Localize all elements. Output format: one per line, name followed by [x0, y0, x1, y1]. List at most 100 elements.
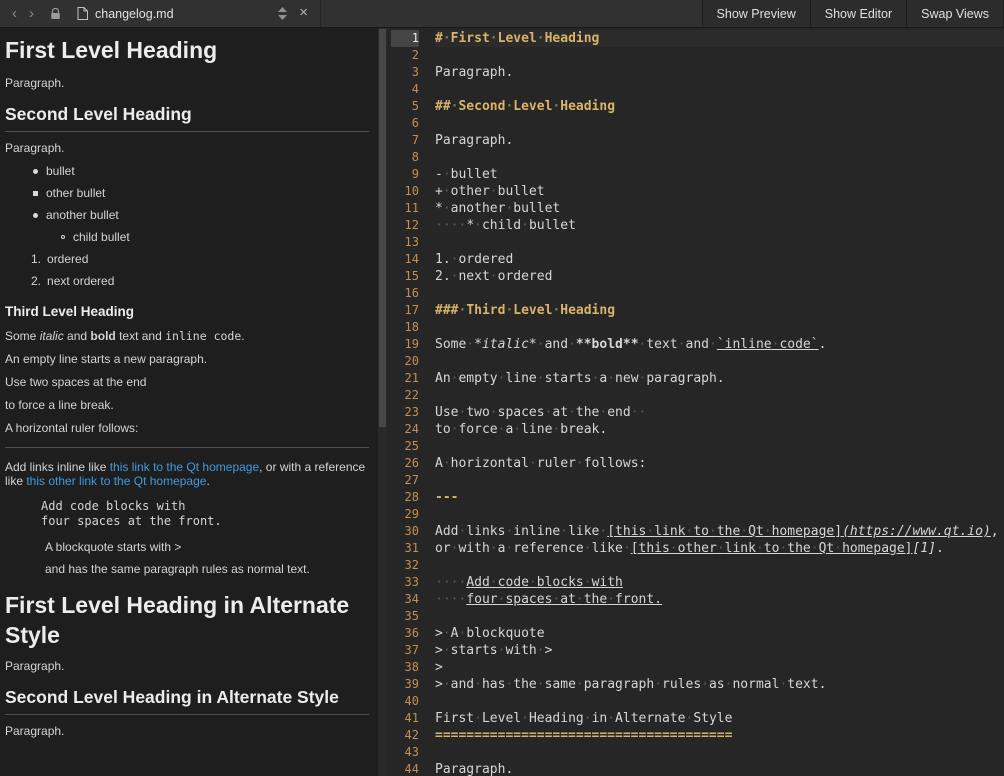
split-document-icon[interactable]	[270, 7, 295, 20]
editor-line[interactable]: ###·Third·Level·Heading	[435, 302, 1004, 319]
editor-line[interactable]	[435, 81, 1004, 98]
editor-line[interactable]: ····Add·code·blocks·with	[435, 574, 1004, 591]
qt-homepage-reference-link[interactable]: this other link to the Qt homepage	[26, 474, 206, 488]
editor-line[interactable]: +·other·bullet	[435, 183, 1004, 200]
editor-line[interactable]	[435, 115, 1004, 132]
editor-line[interactable]	[435, 608, 1004, 625]
editor-line[interactable]: Paragraph.	[435, 761, 1004, 776]
whitespace-dots: ·	[552, 99, 560, 114]
editor-line[interactable]: A·horizontal·ruler·follows:	[435, 455, 1004, 472]
editor-line[interactable]: ····*·child·bullet	[435, 217, 1004, 234]
whitespace-dots: ·	[756, 541, 764, 556]
editor-line[interactable]	[435, 149, 1004, 166]
text-run: Some	[5, 329, 40, 343]
editor-line[interactable]: ---	[435, 489, 1004, 506]
whitespace-dots: ·	[654, 677, 662, 692]
whitespace-dots: ·	[834, 541, 842, 556]
whitespace-dots: ·	[521, 218, 529, 233]
editor-line[interactable]	[435, 557, 1004, 574]
tab-filename: changelog.md	[95, 7, 270, 21]
preview-scrollbar-thumb[interactable]	[379, 29, 386, 427]
whitespace-dots: ·	[584, 541, 592, 556]
editor-line[interactable]: Paragraph.	[435, 64, 1004, 81]
editor-line[interactable]: >	[435, 659, 1004, 676]
whitespace-dots: ·	[451, 541, 459, 556]
line-number: 32	[391, 557, 419, 574]
whitespace-dots: ·	[443, 201, 451, 216]
editor-line[interactable]: Paragraph.	[435, 132, 1004, 149]
whitespace-dots: ·	[725, 677, 733, 692]
line-number: 37	[391, 642, 419, 659]
whitespace-dots: ·	[779, 541, 787, 556]
editor-line[interactable]	[435, 438, 1004, 455]
editor-line[interactable]	[435, 693, 1004, 710]
editor-line[interactable]	[435, 744, 1004, 761]
editor-line[interactable]: >·and·has·the·same·paragraph·rules·as·no…	[435, 676, 1004, 693]
editor-code[interactable]: #·First·Level·Heading Paragraph. ##·Second…	[428, 28, 1004, 776]
editor-line[interactable]	[435, 387, 1004, 404]
close-document-icon[interactable]: ×	[295, 1, 316, 27]
editor-line[interactable]: 2.·next·ordered	[435, 268, 1004, 285]
editor-line[interactable]: #·First·Level·Heading	[435, 30, 1004, 47]
editor-line[interactable]: ======================================	[435, 727, 1004, 744]
lock-icon[interactable]	[40, 8, 69, 20]
editor-line[interactable]: First·Level·Heading·in·Alternate·Style	[435, 710, 1004, 727]
preview-h2-alt: Second Level Heading in Alternate Style	[5, 687, 369, 715]
line-number: 30	[391, 523, 419, 540]
swap-views-button[interactable]: Swap Views	[906, 0, 1004, 27]
whitespace-dots: ·	[537, 643, 545, 658]
whitespace-dots: ·	[568, 337, 576, 352]
document-tab[interactable]: changelog.md ×	[69, 0, 321, 27]
editor-line[interactable]: ##·Second·Level·Heading	[435, 98, 1004, 115]
editor-line[interactable]: Some·*italic*·and·**bold**·text·and·`inl…	[435, 336, 1004, 353]
line-number: 20	[391, 353, 419, 370]
whitespace-dots: ·	[451, 269, 459, 284]
forward-icon[interactable]: ›	[23, 1, 40, 27]
markdown-editor-pane[interactable]: 1234567891011121314151617181920212223242…	[387, 28, 1004, 776]
show-preview-button[interactable]: Show Preview	[702, 0, 810, 27]
line-number: 39	[391, 676, 419, 693]
line-number: 5	[391, 98, 419, 115]
editor-line[interactable]	[435, 319, 1004, 336]
line-number: 33	[391, 574, 419, 591]
line-number: 34	[391, 591, 419, 608]
whitespace-dots: ·	[607, 371, 615, 386]
editor-line[interactable]: >·starts·with·>	[435, 642, 1004, 659]
editor-line[interactable]: Use·two·spaces·at·the·end··	[435, 404, 1004, 421]
editor-line[interactable]	[435, 353, 1004, 370]
whitespace-dots: ·	[717, 541, 725, 556]
bullet-disc-icon	[33, 169, 38, 174]
preview-scrollbar[interactable]	[378, 28, 387, 776]
editor-line[interactable]: or·with·a·reference·like·[this·other·lin…	[435, 540, 1004, 557]
editor-line[interactable]	[435, 472, 1004, 489]
line-number: 7	[391, 132, 419, 149]
editor-line[interactable]: Add·links·inline·like·[this·link·to·the·…	[435, 523, 1004, 540]
line-number: 22	[391, 387, 419, 404]
preview-paragraph: to force a line break.	[5, 398, 374, 412]
editor-line[interactable]: 1.·ordered	[435, 251, 1004, 268]
editor-line[interactable]: ····four·spaces·at·the·front.	[435, 591, 1004, 608]
line-number: 26	[391, 455, 419, 472]
editor-line[interactable]	[435, 506, 1004, 523]
back-icon[interactable]: ‹	[6, 1, 23, 27]
whitespace-dots: ·	[443, 456, 451, 471]
editor-line[interactable]	[435, 285, 1004, 302]
editor-line[interactable]: An·empty·line·starts·a·new·paragraph.	[435, 370, 1004, 387]
qt-homepage-link[interactable]: this link to the Qt homepage	[110, 460, 259, 474]
list-item: bullet	[5, 164, 374, 178]
editor-line[interactable]: >·A·blockquote	[435, 625, 1004, 642]
show-editor-button[interactable]: Show Editor	[810, 0, 906, 27]
whitespace-dots: ·	[490, 31, 498, 46]
whitespace-dots: ·	[529, 456, 537, 471]
text-run: .	[241, 329, 244, 343]
editor-line[interactable]: *·another·bullet	[435, 200, 1004, 217]
whitespace-dots: ·	[607, 592, 615, 607]
horizontal-rule	[5, 447, 369, 448]
editor-line[interactable]: to·force·a·line·break.	[435, 421, 1004, 438]
list-item-label: next ordered	[47, 274, 114, 288]
line-number: 35	[391, 608, 419, 625]
whitespace-dots: ····	[435, 575, 466, 590]
editor-line[interactable]	[435, 234, 1004, 251]
editor-line[interactable]: -·bullet	[435, 166, 1004, 183]
editor-line[interactable]	[435, 47, 1004, 64]
